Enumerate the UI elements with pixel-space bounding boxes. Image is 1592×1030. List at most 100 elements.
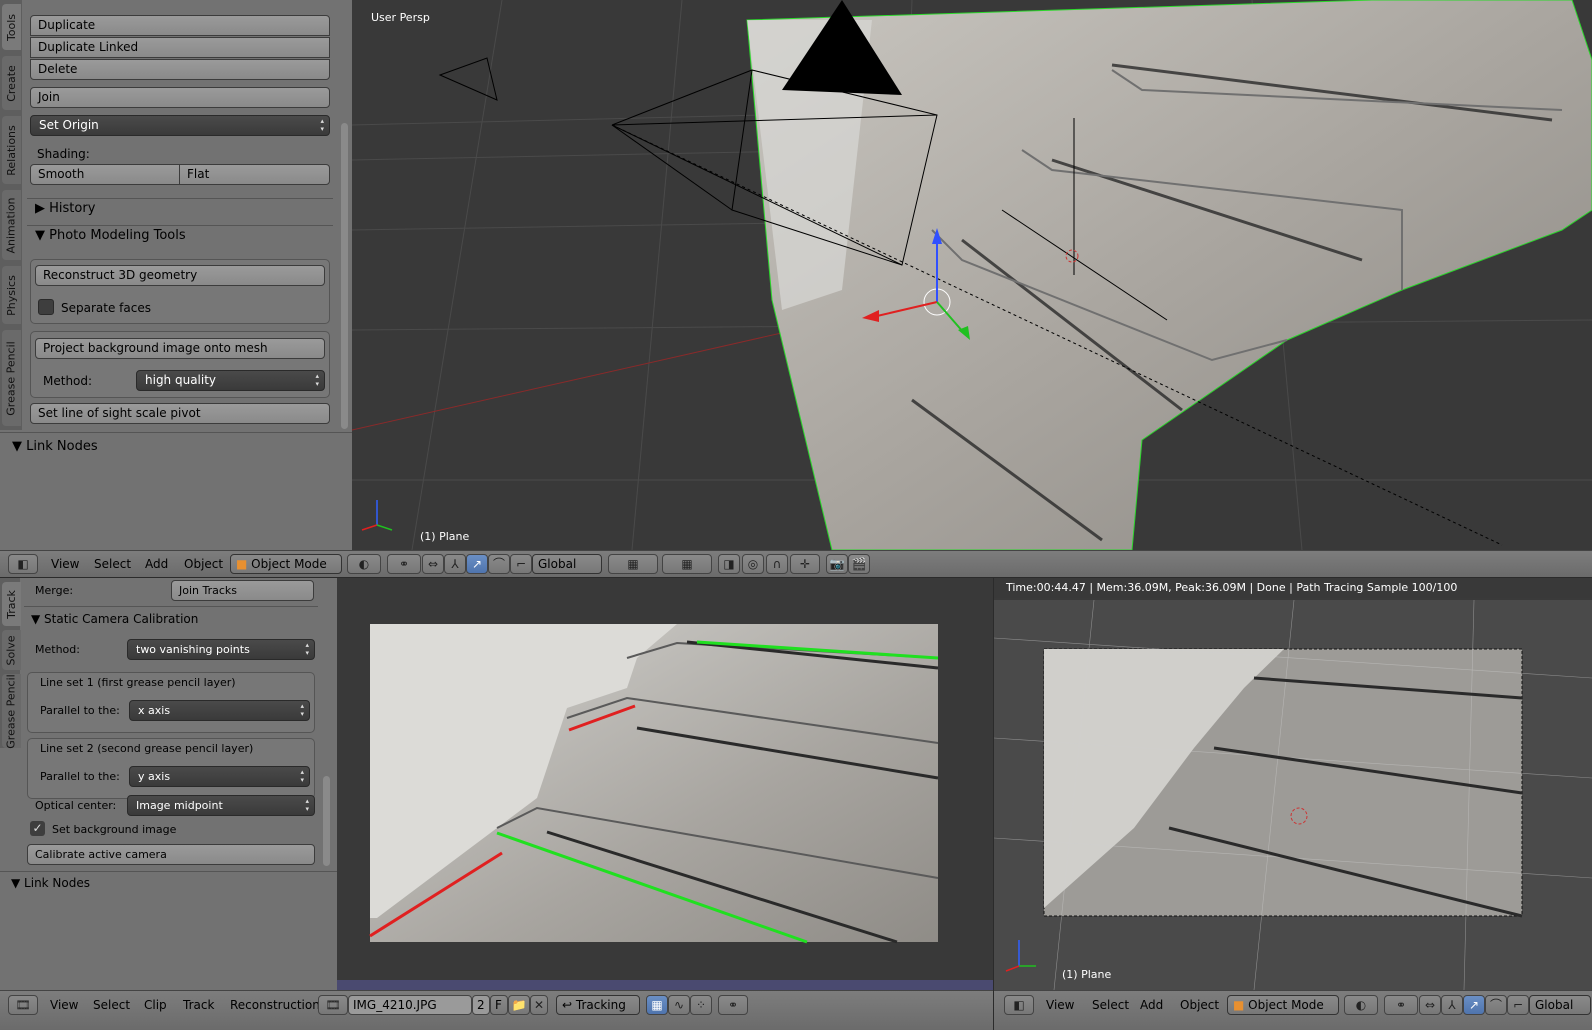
tool-shelf-scrollbar[interactable] [341,123,348,429]
divider [0,871,337,872]
render-animation-icon[interactable]: 🎬 [848,554,870,574]
history-panel-header[interactable]: ▶ History [35,201,95,216]
duplicate-linked-button[interactable]: Duplicate Linked [30,37,330,58]
3d-view-header-right: ◧ View Select Add Object ■ Object Mode ◐… [994,990,1592,1030]
tab-physics[interactable]: Physics [2,266,21,324]
lineset1-label: Line set 1 (first grease pencil layer) [40,676,236,689]
link-nodes-panel-header[interactable]: ▼ Link Nodes [11,876,90,890]
menu-select[interactable]: Select [94,557,131,571]
rotate-icon[interactable]: ↗ [466,554,488,574]
clip-shelf-scrollbar[interactable] [323,776,330,866]
editor-type-3d-icon[interactable]: ◧ [1004,995,1034,1015]
orientation-dropdown[interactable]: Global [532,554,602,574]
separate-faces-checkbox[interactable] [38,299,54,315]
menu-view[interactable]: View [1046,998,1074,1012]
pivot-icon[interactable]: ⚭ [387,554,421,574]
menu-track[interactable]: Track [183,998,214,1012]
optical-center-label: Optical center: [35,799,117,812]
lock-layers-icon[interactable]: ◨ [718,554,740,574]
tab-animation[interactable]: Animation [2,190,21,260]
history-label: History [49,201,96,216]
calibration-method-dropdown[interactable]: two vanishing points [127,639,315,660]
dopesheet-view-icon[interactable]: ⁘ [690,995,712,1015]
manipulator-toggle-icon[interactable]: ⇔ [1419,995,1441,1015]
unlink-clip-icon[interactable]: ✕ [530,995,548,1015]
clip-browse-icon[interactable]: 🎞 [318,995,348,1015]
rendered-viewport[interactable]: Time:00:44.47 | Mem:36.09M, Peak:36.09M … [994,578,1592,990]
layers-icon[interactable]: ▦ [662,554,712,574]
orientation-dropdown[interactable]: Global [1529,995,1591,1015]
clip-editor[interactable] [337,578,993,990]
viewport-shading-icon[interactable]: ◐ [1344,995,1378,1015]
editor-type-clip-icon[interactable]: 🎞 [8,995,38,1015]
layers-icon[interactable]: ▦ [608,554,658,574]
tab-tools[interactable]: Tools [2,4,21,50]
lineset1-axis-dropdown[interactable]: x axis [129,700,310,721]
editor-type-3d-icon[interactable]: ◧ [8,554,38,574]
snap-element-icon[interactable]: ✛ [790,554,820,574]
menu-clip[interactable]: Clip [144,998,167,1012]
clip-name-field[interactable]: IMG_4210.JPG [348,995,472,1015]
static-calibration-panel-header[interactable]: ▼ Static Camera Calibration [31,612,198,626]
pivot-icon[interactable]: ⚭ [718,995,748,1015]
project-background-button[interactable]: Project background image onto mesh [35,338,325,359]
menu-view[interactable]: View [51,557,79,571]
timeline-strip [337,980,993,990]
translate-icon[interactable]: ⅄ [444,554,466,574]
menu-object[interactable]: Object [184,557,223,571]
tab-track[interactable]: Track [2,582,21,626]
3d-viewport[interactable]: User Persp (1) Plane [352,0,1592,550]
scale-pivot-button[interactable]: Set line of sight scale pivot [30,403,330,424]
photo-modeling-panel-header[interactable]: ▼ Photo Modeling Tools [35,228,186,243]
graph-view-icon[interactable]: ∿ [668,995,690,1015]
menu-select[interactable]: Select [93,998,130,1012]
menu-add[interactable]: Add [1140,998,1163,1012]
scale-icon[interactable]: ⌒ [488,554,510,574]
menu-add[interactable]: Add [145,557,168,571]
render-border-icon[interactable]: ◎ [742,554,764,574]
set-origin-dropdown[interactable]: Set Origin [30,115,330,136]
duplicate-button[interactable]: Duplicate [30,15,330,36]
optical-center-dropdown[interactable]: Image midpoint [127,795,315,816]
tab-grease-pencil[interactable]: Grease Pencil [2,330,21,426]
pivot-icon[interactable]: ⚭ [1384,995,1418,1015]
menu-object[interactable]: Object [1180,998,1219,1012]
viewport-shading-icon[interactable]: ◐ [347,554,381,574]
flat-button[interactable]: Flat [179,164,330,185]
delete-button[interactable]: Delete [30,59,330,80]
mode-dropdown[interactable]: ■ Object Mode [230,554,342,574]
tab-relations[interactable]: Relations [2,116,21,184]
link-nodes-panel-header[interactable]: ▼ Link Nodes [12,439,98,454]
clip-mode-dropdown[interactable]: ↩ Tracking [556,995,640,1015]
transform-icon[interactable]: ⌐ [1507,995,1529,1015]
menu-reconstruction[interactable]: Reconstruction [230,998,320,1012]
calibrate-camera-button[interactable]: Calibrate active camera [27,844,315,865]
set-background-checkbox[interactable]: ✓ [30,821,45,836]
cube-icon: ■ [236,557,248,571]
translate-icon[interactable]: ⅄ [1441,995,1463,1015]
tab-solve[interactable]: Solve [2,630,21,670]
join-button[interactable]: Join [30,87,330,108]
lineset2-axis-dropdown[interactable]: y axis [129,766,310,787]
mode-dropdown[interactable]: ■ Object Mode [1227,995,1339,1015]
smooth-button[interactable]: Smooth [30,164,180,185]
clip-users-count[interactable]: 2 [472,995,490,1015]
fake-user-button[interactable]: F [490,995,508,1015]
rotate-icon[interactable]: ↗ [1463,995,1485,1015]
menu-view[interactable]: View [50,998,78,1012]
open-clip-icon[interactable]: 📁 [508,995,530,1015]
render-icon[interactable]: 📷 [826,554,848,574]
scale-icon[interactable]: ⌒ [1485,995,1507,1015]
tab-create[interactable]: Create [2,56,21,110]
reconstruct-3d-button[interactable]: Reconstruct 3D geometry [35,265,325,286]
clip-view-icon[interactable]: ▦ [646,995,668,1015]
menu-select[interactable]: Select [1092,998,1129,1012]
set-background-label: Set background image [52,823,177,836]
mode-label: Object Mode [251,557,327,571]
snap-icon[interactable]: ∩ [766,554,788,574]
manipulator-toggle-icon[interactable]: ⇔ [422,554,444,574]
join-tracks-button[interactable]: Join Tracks [171,580,314,601]
method-dropdown[interactable]: high quality [136,370,325,391]
tab-grease-pencil[interactable]: Grease Pencil [2,674,21,748]
transform-icon[interactable]: ⌐ [510,554,532,574]
